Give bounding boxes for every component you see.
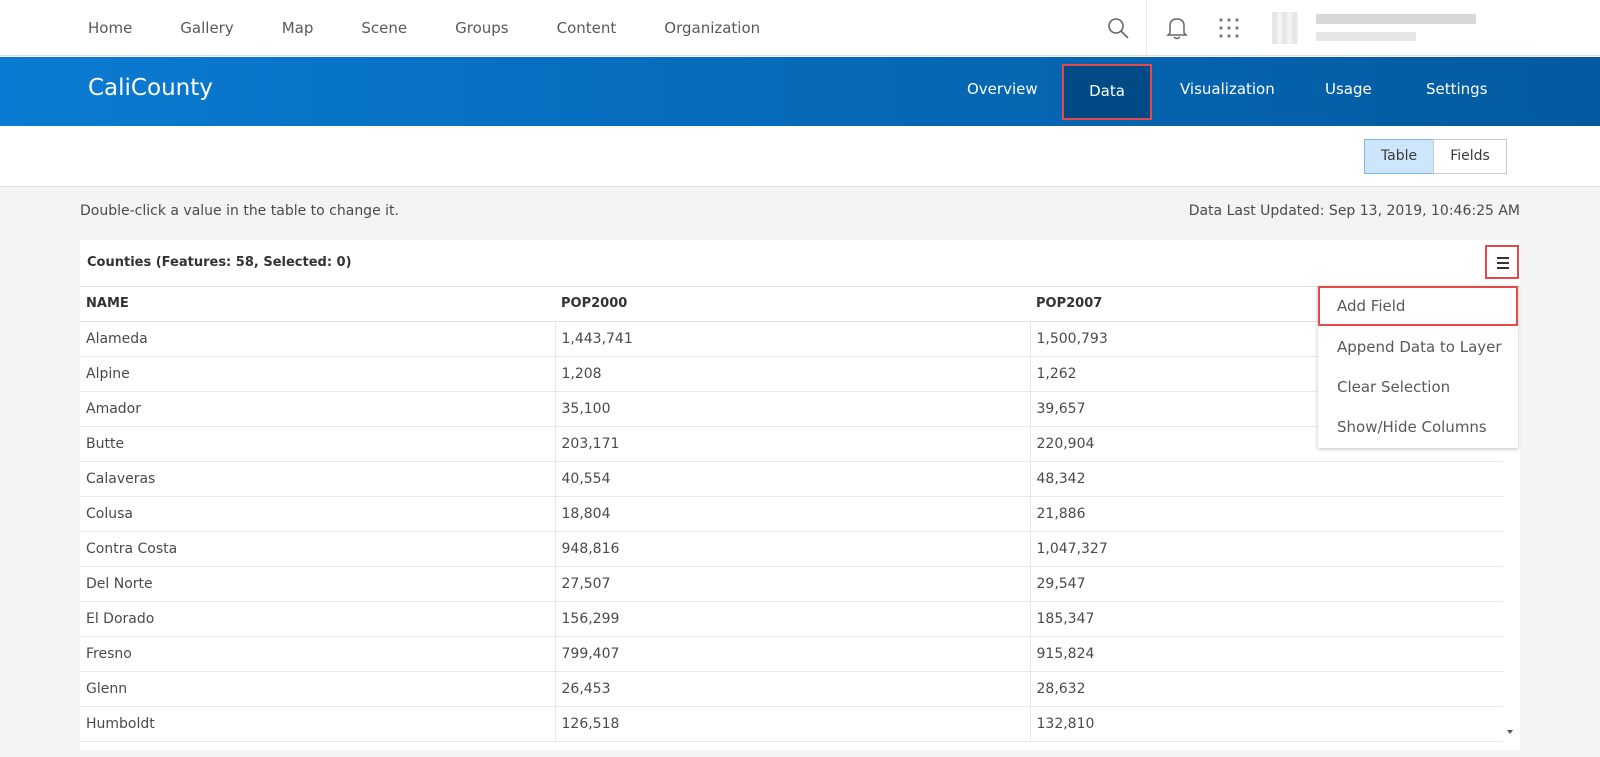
cell-name[interactable]: Colusa xyxy=(80,496,556,532)
menu-clear-selection[interactable]: Clear Selection xyxy=(1318,367,1518,407)
table-row[interactable]: Contra Costa 948,816 1,047,327 xyxy=(80,531,1503,567)
table-row[interactable]: Colusa 18,804 21,886 xyxy=(80,496,1503,532)
apps-grid-icon[interactable] xyxy=(1218,17,1240,39)
top-nav-links: Home Gallery Map Scene Groups Content Or… xyxy=(64,0,784,56)
cell-pop2007[interactable]: 132,810 xyxy=(1030,706,1503,742)
cell-name[interactable]: Alameda xyxy=(80,321,556,357)
item-header: CaliCounty Overview Data Visualization U… xyxy=(0,57,1600,126)
table-row[interactable]: Alameda 1,443,741 1,500,793 xyxy=(80,321,1503,357)
tab-usage[interactable]: Usage xyxy=(1325,80,1372,98)
menu-add-field[interactable]: Add Field xyxy=(1318,286,1518,326)
menu-append-data[interactable]: Append Data to Layer xyxy=(1318,327,1518,367)
cell-pop2007[interactable]: 28,632 xyxy=(1030,671,1503,707)
menu-show-hide-columns[interactable]: Show/Hide Columns xyxy=(1318,407,1518,447)
cell-pop2000[interactable]: 18,804 xyxy=(555,496,1031,532)
tab-data-label: Data xyxy=(1089,82,1125,100)
nav-gallery[interactable]: Gallery xyxy=(156,19,257,37)
avatar[interactable] xyxy=(1272,12,1298,44)
cell-pop2007[interactable]: 185,347 xyxy=(1030,601,1503,637)
table-options-button[interactable] xyxy=(1485,245,1519,279)
table-row[interactable]: El Dorado 156,299 185,347 xyxy=(80,601,1503,637)
table-row[interactable]: Amador 35,100 39,657 xyxy=(80,391,1503,427)
column-header-pop2000[interactable]: POP2000 xyxy=(555,287,1030,322)
table-row[interactable]: Calaveras 40,554 48,342 xyxy=(80,461,1503,497)
table-view-button[interactable]: Table xyxy=(1364,139,1434,174)
bell-icon[interactable] xyxy=(1166,16,1188,40)
cell-name[interactable]: Humboldt xyxy=(80,706,556,742)
layer-title: Counties (Features: 58, Selected: 0) xyxy=(87,255,352,270)
nav-home[interactable]: Home xyxy=(64,19,156,37)
cell-pop2000[interactable]: 203,171 xyxy=(555,426,1031,462)
table-options-menu: Add Field Append Data to Layer Clear Sel… xyxy=(1318,286,1518,448)
table-row[interactable]: Butte 203,171 220,904 xyxy=(80,426,1503,462)
item-title: CaliCounty xyxy=(88,75,213,101)
attribute-table-panel: Counties (Features: 58, Selected: 0) NAM… xyxy=(80,240,1520,750)
user-org-redacted xyxy=(1316,32,1416,41)
table-header-row: NAME POP2000 POP2007 xyxy=(80,287,1503,322)
cell-pop2000[interactable]: 799,407 xyxy=(555,636,1031,672)
cell-pop2000[interactable]: 35,100 xyxy=(555,391,1031,427)
view-toggle-bar: Table Fields xyxy=(0,126,1600,187)
last-updated: Data Last Updated: Sep 13, 2019, 10:46:2… xyxy=(1188,203,1520,219)
scroll-down-arrow-icon[interactable] xyxy=(1507,730,1513,734)
table-header-bar: Counties (Features: 58, Selected: 0) xyxy=(80,240,1520,287)
cell-pop2000[interactable]: 948,816 xyxy=(555,531,1031,567)
cell-pop2007[interactable]: 21,886 xyxy=(1030,496,1503,532)
tab-overview[interactable]: Overview xyxy=(967,80,1038,98)
nav-divider xyxy=(1146,0,1147,56)
search-icon[interactable] xyxy=(1106,16,1130,40)
cell-pop2007[interactable]: 48,342 xyxy=(1030,461,1503,497)
cell-name[interactable]: Butte xyxy=(80,426,556,462)
menu-icon-bar xyxy=(1497,262,1509,264)
cell-pop2007[interactable]: 915,824 xyxy=(1030,636,1503,672)
table-row[interactable]: Fresno 799,407 915,824 xyxy=(80,636,1503,672)
cell-pop2000[interactable]: 1,208 xyxy=(555,356,1031,392)
nav-scene[interactable]: Scene xyxy=(337,19,431,37)
fields-view-button[interactable]: Fields xyxy=(1433,139,1507,174)
nav-content[interactable]: Content xyxy=(533,19,641,37)
table-row[interactable]: Del Norte 27,507 29,547 xyxy=(80,566,1503,602)
cell-pop2000[interactable]: 26,453 xyxy=(555,671,1031,707)
cell-pop2000[interactable]: 126,518 xyxy=(555,706,1031,742)
cell-name[interactable]: Amador xyxy=(80,391,556,427)
tab-visualization[interactable]: Visualization xyxy=(1180,80,1275,98)
attribute-table: NAME POP2000 POP2007 Alameda 1,443,741 1,5… xyxy=(80,287,1503,742)
nav-organization[interactable]: Organization xyxy=(640,19,784,37)
top-nav: Home Gallery Map Scene Groups Content Or… xyxy=(0,0,1600,56)
edit-hint: Double-click a value in the table to cha… xyxy=(80,203,399,219)
cell-pop2000[interactable]: 156,299 xyxy=(555,601,1031,637)
cell-pop2000[interactable]: 27,507 xyxy=(555,566,1031,602)
tab-settings[interactable]: Settings xyxy=(1426,80,1488,98)
cell-pop2007[interactable]: 1,047,327 xyxy=(1030,531,1503,567)
cell-pop2007[interactable]: 29,547 xyxy=(1030,566,1503,602)
cell-pop2000[interactable]: 40,554 xyxy=(555,461,1031,497)
cell-name[interactable]: Calaveras xyxy=(80,461,556,497)
cell-name[interactable]: Fresno xyxy=(80,636,556,672)
user-name-redacted[interactable] xyxy=(1316,14,1476,24)
cell-name[interactable]: El Dorado xyxy=(80,601,556,637)
cell-pop2000[interactable]: 1,443,741 xyxy=(555,321,1031,357)
cell-name[interactable]: Glenn xyxy=(80,671,556,707)
column-header-name[interactable]: NAME xyxy=(80,287,555,322)
menu-icon-bar xyxy=(1497,267,1509,269)
cell-name[interactable]: Alpine xyxy=(80,356,556,392)
table-row[interactable]: Glenn 26,453 28,632 xyxy=(80,671,1503,707)
cell-name[interactable]: Del Norte xyxy=(80,566,556,602)
table-row[interactable]: Humboldt 126,518 132,810 xyxy=(80,706,1503,742)
menu-icon-bar xyxy=(1497,257,1509,259)
table-row[interactable]: Alpine 1,208 1,262 xyxy=(80,356,1503,392)
nav-groups[interactable]: Groups xyxy=(431,19,532,37)
nav-map[interactable]: Map xyxy=(258,19,338,37)
cell-name[interactable]: Contra Costa xyxy=(80,531,556,567)
tab-data[interactable]: Data xyxy=(1062,64,1152,120)
